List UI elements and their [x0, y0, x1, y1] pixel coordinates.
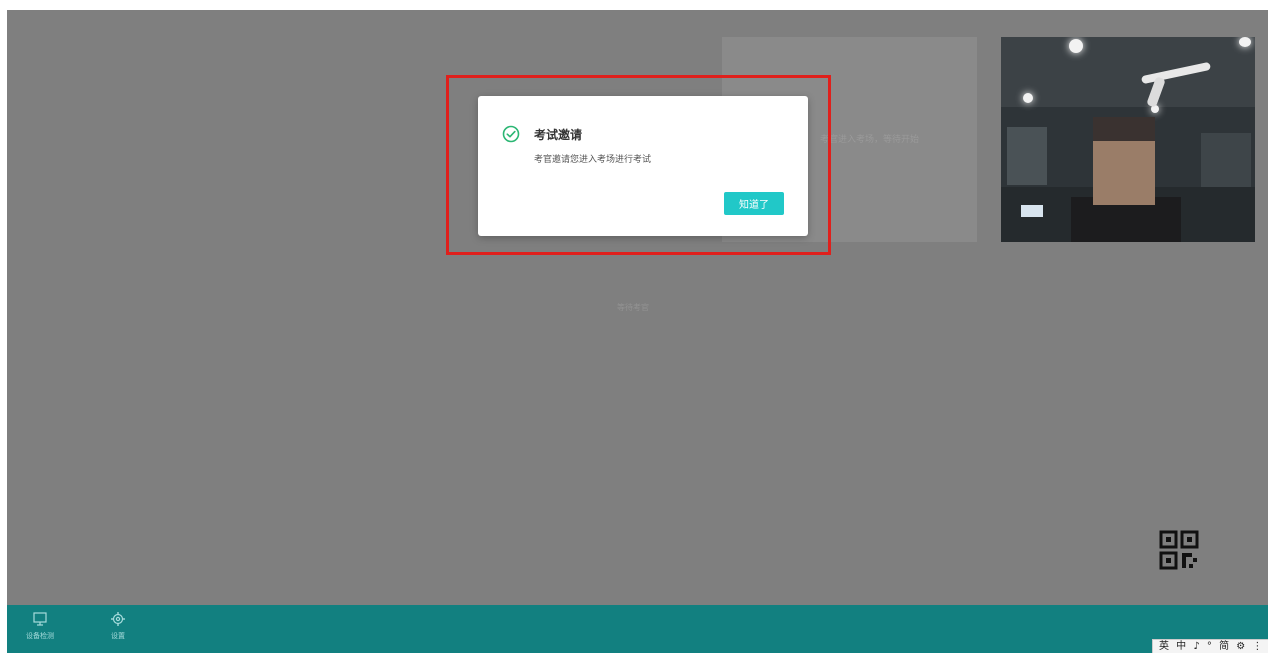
dialog-message: 考官邀请您进入考场进行考试 [534, 155, 652, 165]
gear-icon [111, 612, 125, 626]
examiner-status-text: 考官进入考场，等待开始 [820, 135, 920, 145]
self-camera-feed [1001, 37, 1255, 242]
bottom-toolbar: 设备检测 设置 [7, 605, 1268, 653]
dialog-title: 考试邀请 [534, 128, 583, 142]
waiting-hint-text: 等待考官 [617, 303, 649, 312]
device-check-label: 设备检测 [26, 632, 54, 640]
acknowledge-button[interactable]: 知道了 [724, 192, 784, 215]
monitor-icon [33, 612, 47, 626]
exam-invitation-dialog: 考试邀请 考官邀请您进入考场进行考试 知道了 [478, 96, 808, 236]
ime-toolbar[interactable]: 英 中 ♪ ° 简 ⚙ ⋮ [1152, 639, 1268, 653]
settings-label: 设置 [111, 632, 125, 640]
qr-code-button[interactable] [1157, 528, 1201, 572]
check-circle-icon [502, 125, 520, 143]
settings-button[interactable]: 设置 [95, 611, 141, 641]
device-check-button[interactable]: 设备检测 [17, 611, 63, 641]
qr-code-icon [1159, 530, 1199, 570]
